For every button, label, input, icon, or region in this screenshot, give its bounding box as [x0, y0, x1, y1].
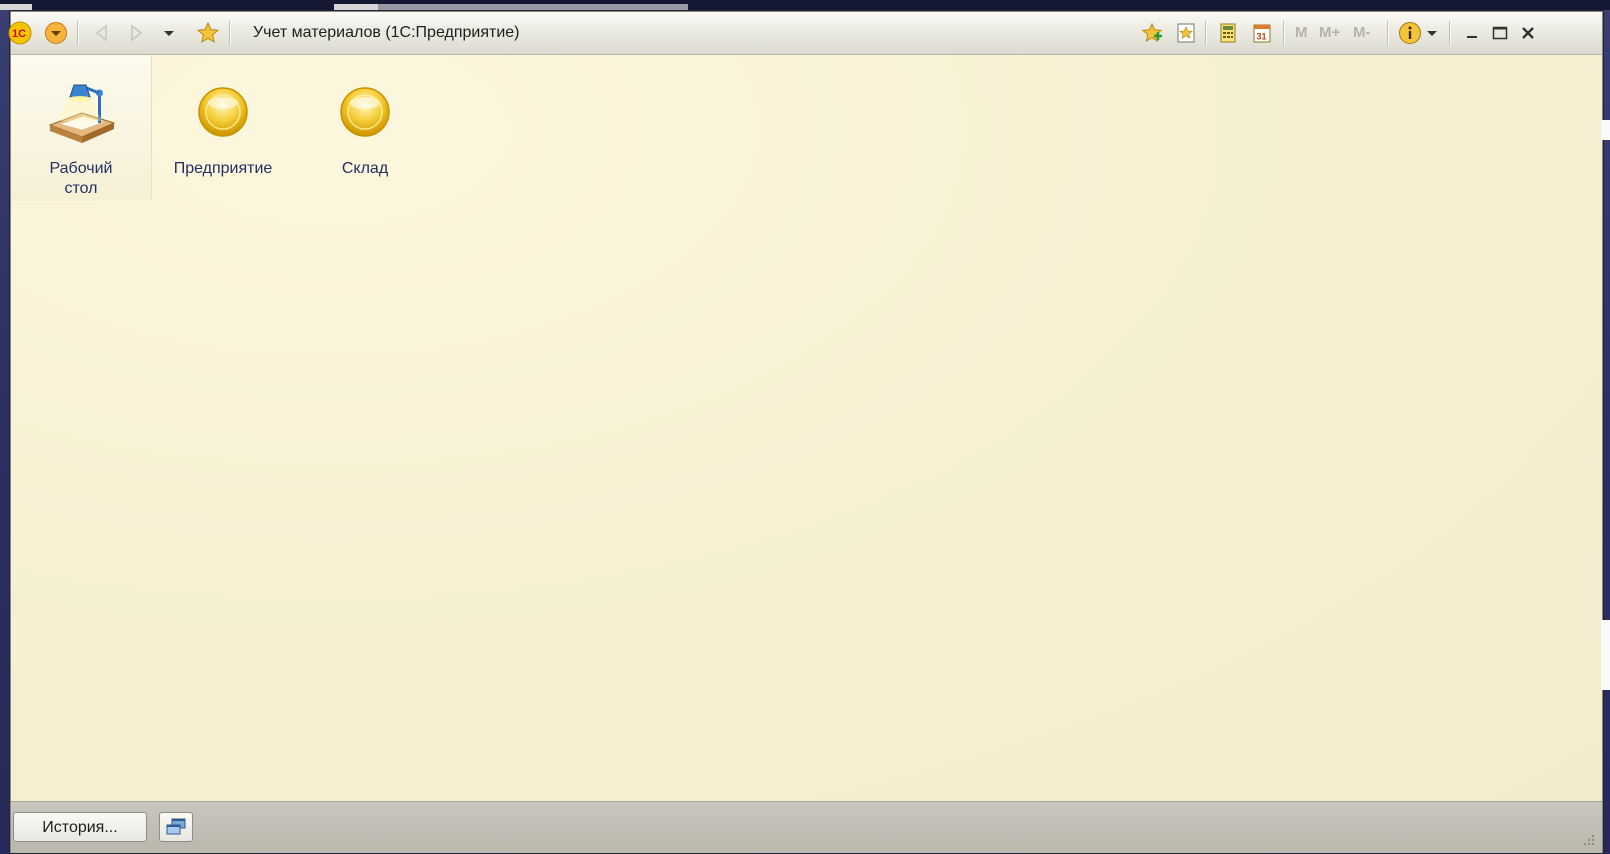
calendar-icon[interactable]: 31	[1249, 20, 1275, 46]
bottom-bar: История...	[11, 801, 1602, 853]
section-warehouse[interactable]: Склад	[295, 55, 435, 201]
section-desktop-label-line2: стол	[64, 180, 98, 197]
windows-panel-button[interactable]	[159, 812, 193, 842]
section-desktop[interactable]: Рабочий стол	[11, 55, 152, 201]
windows-icon	[166, 818, 186, 835]
resize-grip-icon[interactable]	[1582, 833, 1596, 847]
history-dropdown-icon[interactable]	[159, 20, 179, 46]
info-icon[interactable]	[1397, 20, 1423, 46]
maximize-icon[interactable]	[1487, 20, 1513, 46]
window-title: Учет материалов (1С:Предприятие)	[253, 24, 520, 41]
svg-text:31: 31	[1257, 32, 1267, 42]
bookmark-star-icon[interactable]	[1173, 20, 1199, 46]
minimize-icon[interactable]	[1459, 20, 1485, 46]
background-window-edge	[1601, 620, 1610, 690]
app-logo-icon[interactable]: 1С	[7, 20, 33, 46]
section-enterprise-label: Предприятие	[173, 160, 273, 177]
top-strip	[0, 0, 1610, 10]
section-circle-icon	[330, 77, 400, 147]
info-dropdown-icon[interactable]	[1423, 20, 1441, 46]
background-window-edge	[1601, 120, 1610, 140]
section-enterprise[interactable]: Предприятие	[153, 55, 293, 201]
svg-text:1С: 1С	[12, 28, 26, 40]
main-menu-icon[interactable]	[43, 20, 69, 46]
title-bar: 1С Учет материалов (1С:Предприятие) 31 M…	[8, 12, 1602, 55]
history-button[interactable]: История...	[13, 812, 147, 842]
memory-m-plus-button[interactable]: M+	[1319, 24, 1340, 41]
back-arrow-icon[interactable]	[89, 20, 115, 46]
main-content-area: Рабочий стол Предприятие Склад	[11, 55, 1602, 801]
memory-m-minus-button[interactable]: M-	[1353, 24, 1371, 41]
memory-m-button[interactable]: M	[1295, 24, 1308, 41]
calculator-icon[interactable]	[1215, 20, 1241, 46]
add-to-favorites-icon[interactable]	[1139, 20, 1165, 46]
forward-arrow-icon[interactable]	[123, 20, 149, 46]
desktop-lamp-icon	[46, 77, 116, 147]
section-warehouse-label: Склад	[341, 160, 389, 177]
section-desktop-label-line1: Рабочий	[49, 160, 113, 177]
favorites-star-icon[interactable]	[195, 20, 221, 46]
close-icon[interactable]	[1515, 20, 1541, 46]
section-circle-icon	[188, 77, 258, 147]
app-window: 1С Учет материалов (1С:Предприятие) 31 M…	[8, 11, 1603, 853]
